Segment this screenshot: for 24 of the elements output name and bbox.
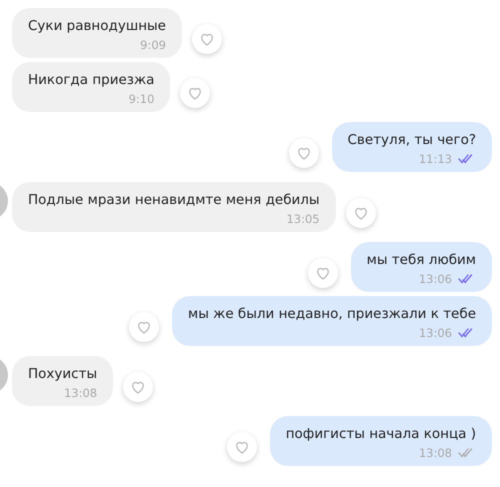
message-time: 13:08 xyxy=(418,446,452,460)
like-button[interactable] xyxy=(192,24,222,54)
message-text: Никогда приезжа xyxy=(28,72,154,88)
like-button[interactable] xyxy=(123,372,154,402)
message-time: 9:10 xyxy=(128,92,154,106)
like-button[interactable] xyxy=(129,312,160,342)
like-button[interactable] xyxy=(288,138,318,168)
like-button[interactable] xyxy=(308,258,338,288)
message-text: Светуля, ты чего? xyxy=(348,132,476,148)
message-time: 13:05 xyxy=(286,212,320,226)
message-text: пофигисты начала конца ) xyxy=(286,426,476,442)
message-time: 13:06 xyxy=(418,326,452,340)
message-text: Суки равнодушные xyxy=(28,18,166,34)
message-text: мы тебя любим xyxy=(366,252,476,268)
like-button[interactable] xyxy=(226,432,257,462)
like-button[interactable] xyxy=(180,78,210,108)
message-text: Похуисты xyxy=(28,366,98,382)
message-time: 13:06 xyxy=(418,272,452,286)
message-text: мы же были недавно, приезжали к тебе xyxy=(188,306,476,322)
message-time: 9:09 xyxy=(140,38,166,52)
message-time: 11:13 xyxy=(418,152,452,166)
message-time: 13:08 xyxy=(64,386,98,400)
like-button[interactable] xyxy=(346,198,376,228)
message-text: Подлые мрази ненавидмте меня дебилы xyxy=(28,192,320,208)
